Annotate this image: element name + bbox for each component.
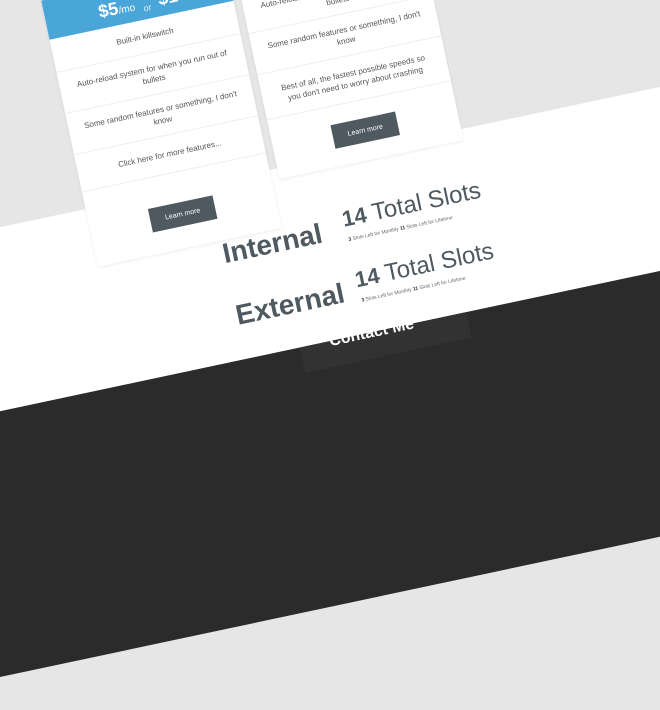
page-scene: $5/mo or $1 Built-in killswitch Auto-rel… [0, 0, 660, 710]
price-secondary: $1 [156, 0, 180, 10]
price-separator: or [142, 2, 153, 14]
price-main: $5/mo [96, 0, 137, 22]
learn-more-button[interactable]: Learn more [330, 111, 401, 149]
learn-more-button[interactable]: Learn more [147, 195, 218, 233]
